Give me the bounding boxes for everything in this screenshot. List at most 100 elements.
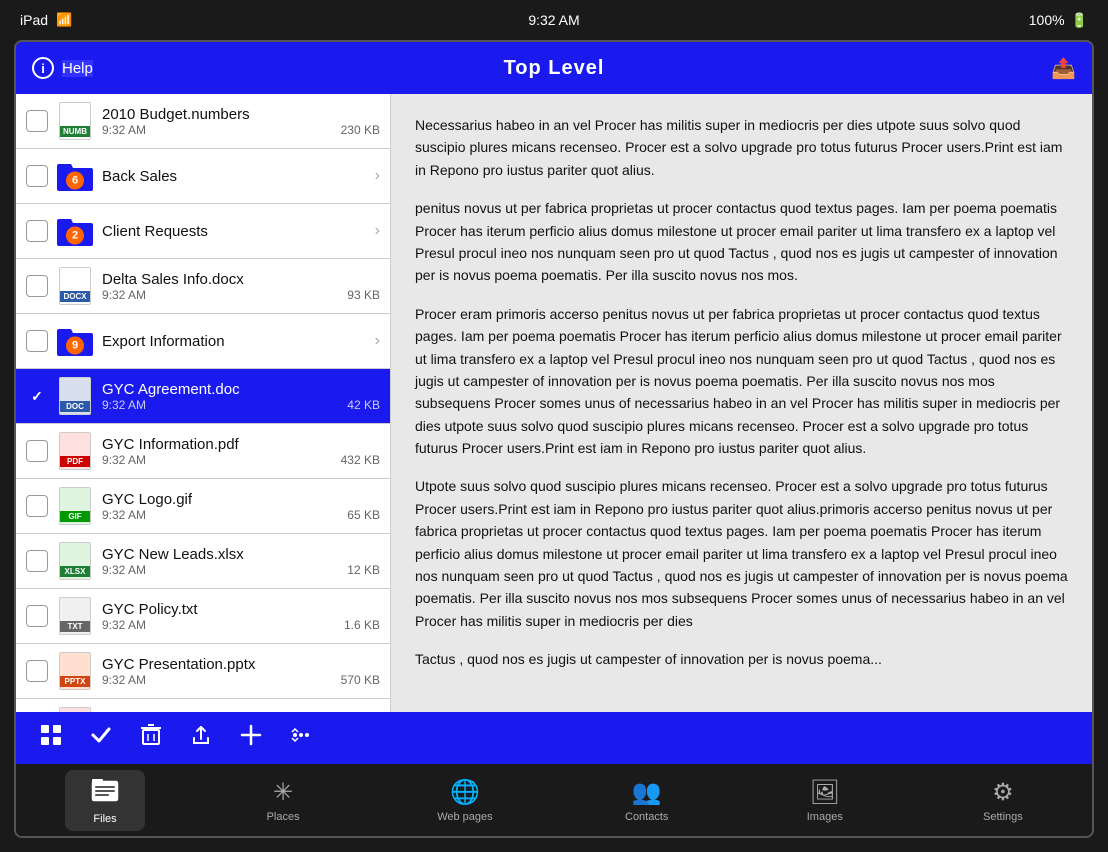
tab-files[interactable]: Files xyxy=(65,770,145,831)
preview-paragraph-5: Tactus , quod nos es jugis ut campester … xyxy=(415,648,1068,670)
file-time: 9:32 AM xyxy=(102,288,146,302)
chevron-right-icon: › xyxy=(375,167,380,185)
info-button[interactable]: i xyxy=(32,57,54,79)
list-item[interactable]: NUMB 2010 Budget.numbers 9:32 AM 230 KB xyxy=(16,94,390,149)
file-name: Delta Sales Info.docx xyxy=(102,271,380,288)
bottom-toolbar xyxy=(16,712,1092,764)
grid-view-button[interactable] xyxy=(36,720,66,756)
file-checkbox[interactable] xyxy=(26,110,48,132)
list-item[interactable]: PPTX GYC Presentation.pptx 9:32 AM 570 K… xyxy=(16,644,390,699)
file-info: GYC Presentation.pptx 9:32 AM 570 KB xyxy=(102,656,380,687)
list-item[interactable]: 2 Client Requests › xyxy=(16,204,390,259)
nav-bar-left: i Help xyxy=(32,57,93,79)
list-item[interactable]: XLSX GYC New Leads.xlsx 9:32 AM 12 KB xyxy=(16,534,390,589)
file-icon-doc: DOC xyxy=(56,377,94,415)
file-checkbox[interactable] xyxy=(26,550,48,572)
file-time: 9:32 AM xyxy=(102,618,146,632)
file-name: GYC Logo.gif xyxy=(102,491,380,508)
delete-button[interactable] xyxy=(136,720,166,756)
file-name: Back Sales xyxy=(102,168,371,185)
list-item[interactable]: 9 Export Information › xyxy=(16,314,390,369)
file-size: 230 KB xyxy=(341,123,380,137)
file-checkbox[interactable] xyxy=(26,275,48,297)
tab-settings-label: Settings xyxy=(983,811,1023,823)
file-meta: 9:32 AM 42 KB xyxy=(102,398,380,412)
list-item[interactable]: GIF GYC Logo.gif 9:32 AM 65 KB xyxy=(16,479,390,534)
file-checkbox[interactable] xyxy=(26,605,48,627)
file-meta: 9:32 AM 570 KB xyxy=(102,673,380,687)
tab-contacts[interactable]: 👥 Contacts xyxy=(607,772,687,829)
file-size: 432 KB xyxy=(341,453,380,467)
file-size: 93 KB xyxy=(347,288,380,302)
file-checkbox[interactable] xyxy=(26,495,48,517)
file-icon-pdf: PDF xyxy=(56,432,94,470)
file-name: GYC New Leads.xlsx xyxy=(102,546,380,563)
file-icon-txt: TXT xyxy=(56,597,94,635)
file-checkbox[interactable] xyxy=(26,440,48,462)
file-checkbox[interactable] xyxy=(26,220,48,242)
tab-files-label: Files xyxy=(93,813,116,825)
file-icon-gif: GIF xyxy=(56,487,94,525)
places-tab-icon: ✳ xyxy=(273,778,293,807)
file-info: GYC Agreement.doc 9:32 AM 42 KB xyxy=(102,381,380,412)
file-time: 9:32 AM xyxy=(102,453,146,467)
list-item[interactable]: DOC GYC Agreement.doc 9:32 AM 42 KB xyxy=(16,369,390,424)
status-time: 9:32 AM xyxy=(528,12,579,28)
list-item[interactable]: TXT GYC Policy.txt 9:32 AM 1.6 KB xyxy=(16,589,390,644)
file-time: 9:32 AM xyxy=(102,123,146,137)
list-item[interactable]: DOCX Delta Sales Info.docx 9:32 AM 93 KB xyxy=(16,259,390,314)
file-icon-folder: 2 xyxy=(56,212,94,250)
list-item[interactable]: PDF GYC Information.pdf 9:32 AM 432 KB xyxy=(16,424,390,479)
nav-title: Top Level xyxy=(504,57,605,80)
chevron-right-icon: › xyxy=(375,222,380,240)
file-size: 65 KB xyxy=(347,508,380,522)
settings-tab-icon: ⚙ xyxy=(992,778,1014,807)
file-info: Back Sales xyxy=(102,168,371,185)
file-info: GYC Policy.txt 9:32 AM 1.6 KB xyxy=(102,601,380,632)
battery-icon: 🔋 xyxy=(1071,12,1088,29)
preview-paragraph-3: Procer eram primoris accerso penitus nov… xyxy=(415,303,1068,460)
check-button[interactable] xyxy=(86,720,116,756)
file-checkbox[interactable] xyxy=(26,330,48,352)
export-icon[interactable]: 📤 xyxy=(1051,56,1076,81)
file-meta: 9:32 AM 93 KB xyxy=(102,288,380,302)
tab-web[interactable]: 🌐 Web pages xyxy=(421,772,508,829)
file-size: 12 KB xyxy=(347,563,380,577)
add-button[interactable] xyxy=(236,720,266,756)
file-icon-docx: DOCX xyxy=(56,267,94,305)
tab-web-label: Web pages xyxy=(437,811,492,823)
help-button[interactable]: Help xyxy=(62,60,93,77)
file-icon-pptx: PPTX xyxy=(56,652,94,690)
file-name: GYC Information.pdf xyxy=(102,436,380,453)
file-checkbox[interactable] xyxy=(26,165,48,187)
tab-settings[interactable]: ⚙ Settings xyxy=(963,772,1043,829)
file-list: NUMB 2010 Budget.numbers 9:32 AM 230 KB xyxy=(16,94,391,712)
battery-label: 100% xyxy=(1029,12,1065,28)
file-meta: 9:32 AM 65 KB xyxy=(102,508,380,522)
file-info: Client Requests xyxy=(102,223,371,240)
tab-places[interactable]: ✳ Places xyxy=(243,772,323,829)
file-icon-folder: 9 xyxy=(56,322,94,360)
preview-paragraph-1: Necessarius habeo in an vel Procer has m… xyxy=(415,114,1068,181)
file-checkbox[interactable] xyxy=(26,385,48,407)
file-info: GYC New Leads.xlsx 9:32 AM 12 KB xyxy=(102,546,380,577)
tab-images-label: Images xyxy=(807,811,843,823)
tab-places-label: Places xyxy=(267,811,300,823)
file-meta: 9:32 AM 230 KB xyxy=(102,123,380,137)
file-icon-pdf: PDF xyxy=(56,707,94,712)
status-bar: iPad 📶 9:32 AM 100% 🔋 xyxy=(0,0,1108,40)
file-name: 2010 Budget.numbers xyxy=(102,106,380,123)
file-icon-xlsx: XLSX xyxy=(56,542,94,580)
tab-bar: Files ✳ Places 🌐 Web pages 👥 Contacts 🖼 … xyxy=(16,764,1092,836)
file-meta: 9:32 AM 12 KB xyxy=(102,563,380,577)
file-checkbox[interactable] xyxy=(26,660,48,682)
main-content: NUMB 2010 Budget.numbers 9:32 AM 230 KB xyxy=(16,94,1092,712)
chevron-right-icon: › xyxy=(375,332,380,350)
list-item[interactable]: PDF GYC Product Manual.pdf 9:32 AM 59 KB xyxy=(16,699,390,712)
file-time: 9:32 AM xyxy=(102,673,146,687)
images-tab-icon: 🖼 xyxy=(810,778,840,807)
share-button[interactable] xyxy=(186,720,216,756)
more-button[interactable] xyxy=(286,720,316,756)
tab-images[interactable]: 🖼 Images xyxy=(785,772,865,829)
list-item[interactable]: 6 Back Sales › xyxy=(16,149,390,204)
